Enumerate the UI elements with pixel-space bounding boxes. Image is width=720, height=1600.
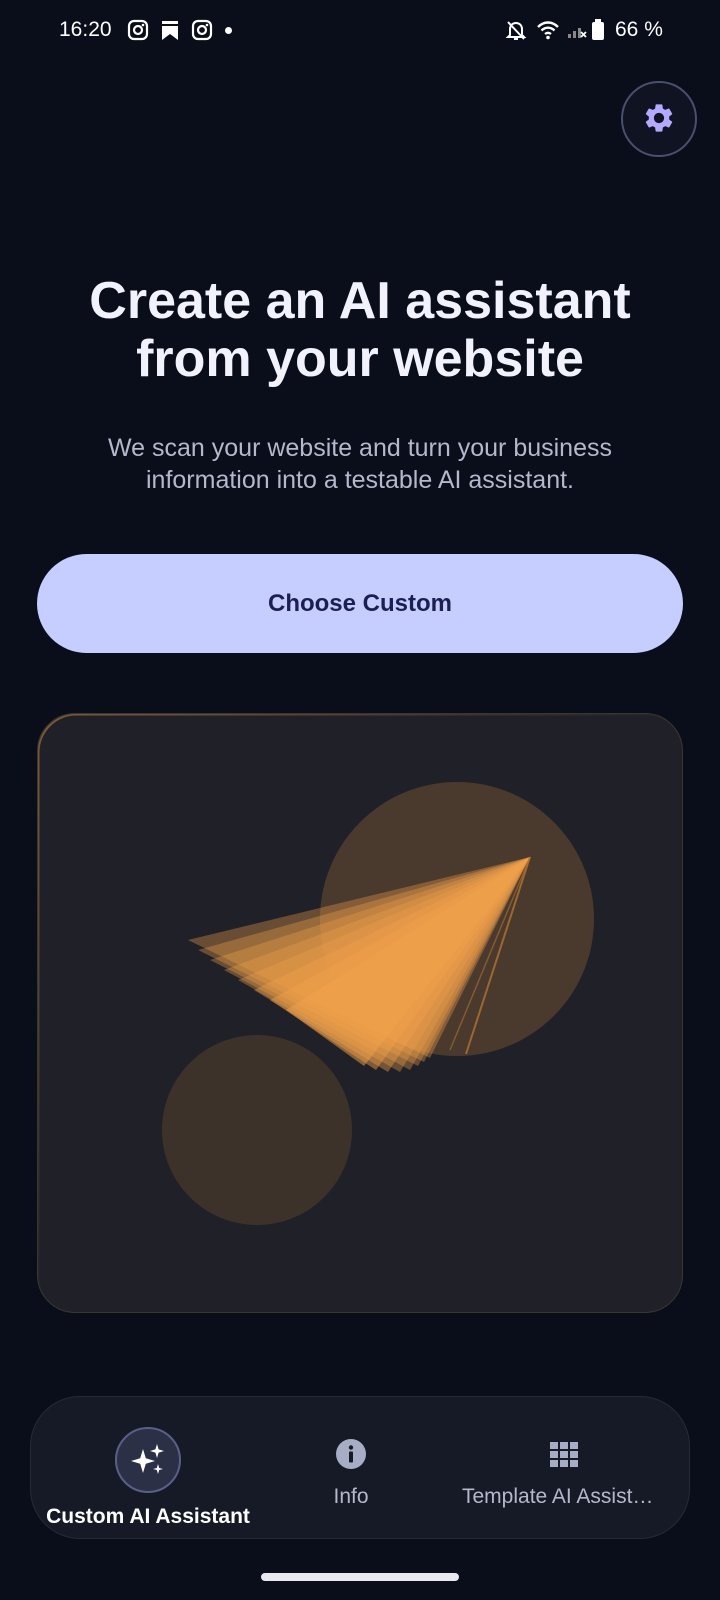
page-subtitle: We scan your website and turn your busin… bbox=[108, 434, 612, 494]
nav-item-custom-ai-assistant[interactable]: Custom AI Assistant bbox=[31, 1397, 265, 1540]
decor-circle-small bbox=[162, 1035, 352, 1225]
battery-percentage: 66 % bbox=[615, 18, 663, 41]
sparkles-icon bbox=[115, 1427, 181, 1493]
info-icon bbox=[334, 1437, 368, 1471]
choose-custom-button[interactable]: Choose Custom bbox=[37, 554, 683, 653]
bottom-navigation: Custom AI Assistant Info Template AI Ass… bbox=[30, 1396, 690, 1539]
nav-item-template-ai-assistant[interactable]: Template AI Assist… bbox=[437, 1397, 691, 1540]
instagram-icon bbox=[191, 19, 213, 41]
nav-label-custom-ai-assistant: Custom AI Assistant bbox=[46, 1505, 250, 1528]
bell-off-icon bbox=[505, 19, 527, 41]
status-bar: 16:20 66 % bbox=[0, 0, 720, 62]
home-indicator[interactable] bbox=[261, 1573, 459, 1581]
nav-label-template-ai-assistant: Template AI Assist… bbox=[462, 1485, 654, 1508]
gear-icon bbox=[642, 101, 676, 138]
settings-button[interactable] bbox=[621, 81, 697, 157]
nav-label-info: Info bbox=[333, 1485, 369, 1508]
app-screen: 16:20 66 % Create an AI assistant from y… bbox=[0, 0, 720, 1600]
wifi-icon bbox=[536, 19, 560, 41]
illustration-card bbox=[37, 713, 683, 1313]
grid-icon bbox=[547, 1437, 581, 1471]
signal-icon bbox=[566, 19, 588, 41]
page-title: Create an AI assistant from your website bbox=[89, 272, 631, 388]
battery-icon bbox=[591, 19, 605, 41]
bookmark-icon bbox=[159, 19, 181, 41]
nav-item-info[interactable]: Info bbox=[265, 1397, 437, 1540]
instagram-icon bbox=[127, 19, 149, 41]
paper-plane-illustration bbox=[38, 714, 682, 1312]
status-time: 16:20 bbox=[59, 18, 112, 41]
notification-dot bbox=[225, 27, 232, 34]
